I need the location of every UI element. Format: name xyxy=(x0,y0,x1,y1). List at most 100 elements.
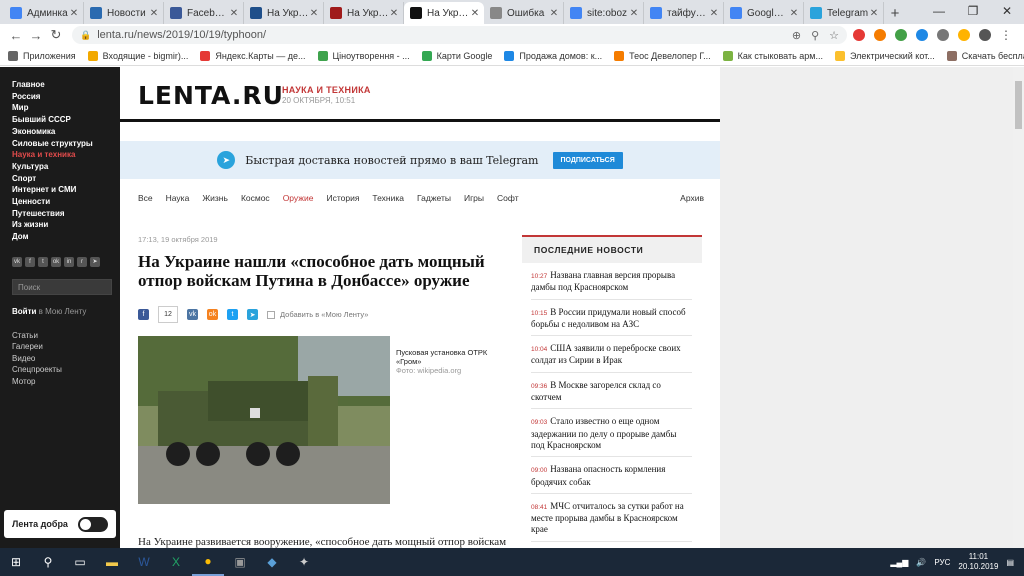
subnav-item[interactable]: Космос xyxy=(241,193,270,203)
browser-tab[interactable]: Ошибка ✕ xyxy=(484,2,564,24)
subnav-item[interactable]: История xyxy=(326,193,359,203)
opera-extension-icon[interactable] xyxy=(853,29,865,41)
scrollbar-thumb[interactable] xyxy=(1015,81,1022,129)
vk-share-icon[interactable]: vk xyxy=(187,309,198,320)
browser-tab[interactable]: На Украине✕ xyxy=(324,2,404,24)
close-tab-icon[interactable]: ✕ xyxy=(709,8,719,19)
extension-icon[interactable] xyxy=(874,29,886,41)
toggle-switch[interactable] xyxy=(78,516,108,532)
subnav-item[interactable]: Гаджеты xyxy=(417,193,451,203)
bookmark-item[interactable]: Теос Девелопер Г... xyxy=(614,50,711,61)
forward-icon[interactable]: → xyxy=(26,28,46,43)
extension-icon[interactable] xyxy=(958,29,970,41)
close-tab-icon[interactable]: ✕ xyxy=(470,8,480,19)
login-link[interactable]: Войти в Мою Ленту xyxy=(12,307,120,316)
subnav-item[interactable]: Игры xyxy=(464,193,484,203)
subnav-item[interactable]: Жизнь xyxy=(202,193,228,203)
extension-icon[interactable] xyxy=(937,29,949,41)
twitter-share-icon[interactable]: t xyxy=(227,309,238,320)
zoom-icon[interactable]: ⚲ xyxy=(811,29,819,42)
theme-switch[interactable]: Лента добра xyxy=(4,510,116,538)
telegram-icon[interactable]: ➤ xyxy=(90,256,100,267)
browser-tab[interactable]: Facebook ✕ xyxy=(164,2,244,24)
browser-tab[interactable]: тайфун-1 ✕ xyxy=(644,2,724,24)
ok-share-icon[interactable]: ok xyxy=(207,309,218,320)
notifications-icon[interactable]: ▤ xyxy=(1006,558,1014,567)
close-tab-icon[interactable]: ✕ xyxy=(389,8,399,19)
add-icon[interactable]: ⊕ xyxy=(792,29,801,42)
news-item[interactable]: 10:27 Названа главная версия прорыва дамб… xyxy=(531,263,692,300)
news-item[interactable]: 09:00 Названа опасность кормления бродячи… xyxy=(531,457,692,494)
subnav-item[interactable]: Все xyxy=(138,193,153,203)
rss-icon[interactable]: r xyxy=(77,256,87,267)
sidebar-secondary-link[interactable]: Спецпроекты xyxy=(12,364,120,376)
close-tab-icon[interactable]: ✕ xyxy=(69,8,79,19)
instagram-icon[interactable]: in xyxy=(64,256,74,267)
subnav-item[interactable]: Оружие xyxy=(283,193,314,203)
news-item[interactable]: 09:03 Стало известно о еще одном задержан… xyxy=(531,409,692,458)
profile-icon[interactable] xyxy=(979,29,991,41)
ok-icon[interactable]: ok xyxy=(51,256,61,267)
close-tab-icon[interactable]: ✕ xyxy=(149,8,159,19)
sidebar-rubric[interactable]: Культура xyxy=(12,161,120,173)
task-view-icon[interactable]: ▭ xyxy=(64,548,96,576)
close-tab-icon[interactable]: ✕ xyxy=(309,8,319,19)
archive-link[interactable]: Архив xyxy=(680,193,704,203)
close-tab-icon[interactable]: ✕ xyxy=(629,8,639,19)
close-tab-icon[interactable]: ✕ xyxy=(789,8,799,19)
browser-tab[interactable]: site:oboz ✕ xyxy=(564,2,644,24)
star-icon[interactable]: ☆ xyxy=(829,29,839,42)
lock-icon[interactable]: 🔒 xyxy=(80,30,91,41)
subscribe-button[interactable]: ПОДПИСАТЬСЯ xyxy=(552,151,623,169)
file-explorer-icon[interactable]: ▬ xyxy=(96,548,128,576)
subnav-item[interactable]: Софт xyxy=(497,193,519,203)
news-item[interactable]: 08:41 МЧС отчиталось за сутки работ на ме… xyxy=(531,494,692,542)
vk-icon[interactable]: vk xyxy=(12,256,22,267)
bookmark-item[interactable]: Яндекс.Карты — де... xyxy=(200,50,306,61)
bookmark-item[interactable]: Электрический кот... xyxy=(835,50,935,61)
sidebar-rubric[interactable]: Путешествия xyxy=(12,208,120,220)
app-icon[interactable]: ▣ xyxy=(224,548,256,576)
add-to-feed[interactable]: Добавить в «Мою Ленту» xyxy=(267,310,368,319)
sidebar-rubric[interactable]: Россия xyxy=(12,91,120,103)
extension-icon[interactable] xyxy=(916,29,928,41)
chrome-icon[interactable]: ● xyxy=(192,548,224,576)
bookmark-item[interactable]: Как стыковать арм... xyxy=(722,50,823,61)
bookmark-item[interactable]: Входящие - bigmir)... xyxy=(87,50,188,61)
sidebar-rubric[interactable]: Наука и техника xyxy=(12,149,120,161)
bookmark-item[interactable]: Карти Google xyxy=(421,50,492,61)
volume-icon[interactable]: 🔊 xyxy=(916,558,926,567)
bookmark-item[interactable]: Приложения xyxy=(8,50,76,61)
start-icon[interactable]: ⊞ xyxy=(0,548,32,576)
sidebar-rubric[interactable]: Дом xyxy=(12,231,120,243)
new-tab-button[interactable]: + xyxy=(884,2,906,24)
sidebar-rubric[interactable]: Мир xyxy=(12,102,120,114)
news-item[interactable]: 10:04 США заявили о переброске своих солд… xyxy=(531,336,692,373)
subnav-item[interactable]: Техника xyxy=(372,193,404,203)
sidebar-secondary-link[interactable]: Мотор xyxy=(12,376,120,388)
minimize-button[interactable]: — xyxy=(922,0,956,22)
sidebar-secondary-link[interactable]: Галереи xyxy=(12,341,120,353)
sidebar-secondary-link[interactable]: Видео xyxy=(12,353,120,365)
facebook-icon[interactable]: f xyxy=(25,256,35,267)
sidebar-rubric[interactable]: Главное xyxy=(12,79,120,91)
browser-tab[interactable]: На Украине✕ xyxy=(404,2,484,24)
scrollbar[interactable] xyxy=(1013,67,1024,548)
site-logo[interactable]: LENTA.RU xyxy=(138,81,284,110)
maximize-button[interactable]: ❐ xyxy=(956,0,990,22)
browser-tab[interactable]: Google П ✕ xyxy=(724,2,804,24)
word-icon[interactable]: W xyxy=(128,548,160,576)
clock[interactable]: 11:01 20.10.2019 xyxy=(958,552,998,572)
address-bar[interactable]: 🔒 lenta.ru/news/2019/10/19/typhoon/ ⊕ ⚲ … xyxy=(72,26,847,44)
browser-tab[interactable]: Админка ✕ xyxy=(4,2,84,24)
back-icon[interactable]: ← xyxy=(6,28,26,43)
subnav-item[interactable]: Наука xyxy=(166,193,190,203)
bookmark-item[interactable]: Скачать бесплатно... xyxy=(946,50,1024,61)
browser-tab[interactable]: Telegram ✕ xyxy=(804,2,884,24)
sidebar-secondary-link[interactable]: Статьи xyxy=(12,330,120,342)
close-window-button[interactable]: ✕ xyxy=(990,0,1024,22)
section-title[interactable]: НАУКА И ТЕХНИКА xyxy=(282,85,371,95)
extension-icon[interactable] xyxy=(895,29,907,41)
sidebar-rubric[interactable]: Из жизни xyxy=(12,219,120,231)
reload-icon[interactable]: ↻ xyxy=(46,27,66,43)
